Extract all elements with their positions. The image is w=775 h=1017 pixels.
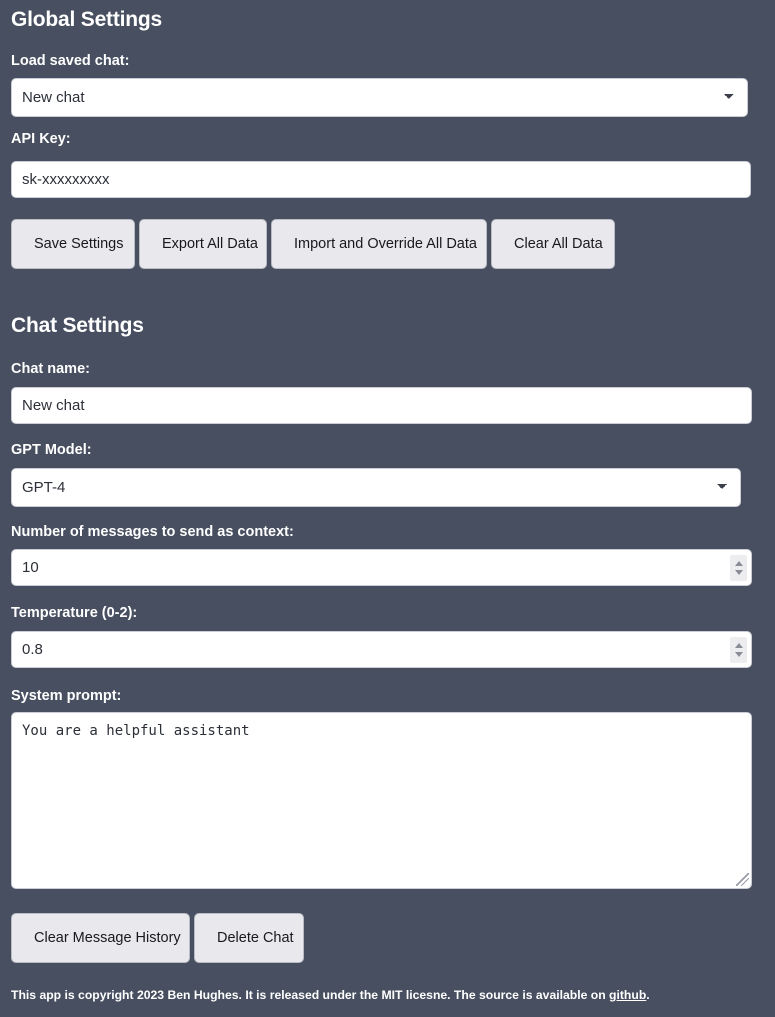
- load-saved-chat-select[interactable]: New chat: [11, 78, 748, 117]
- gpt-model-select[interactable]: GPT-4: [11, 468, 741, 507]
- context-messages-input[interactable]: [11, 549, 752, 586]
- gpt-model-label: GPT Model:: [11, 442, 92, 458]
- clear-all-data-button[interactable]: Clear All Data: [491, 219, 615, 269]
- footer-text-after-link: .: [646, 988, 650, 1002]
- import-and-override-all-data-button[interactable]: Import and Override All Data: [271, 219, 487, 269]
- load-saved-chat-label: Load saved chat:: [11, 53, 130, 69]
- footer-text-before-link: This app is copyright 2023 Ben Hughes. I…: [11, 988, 610, 1002]
- context-messages-stepper[interactable]: [730, 555, 747, 581]
- global-settings-heading: Global Settings: [11, 8, 163, 31]
- system-prompt-textarea[interactable]: [11, 712, 752, 889]
- chevron-down-icon[interactable]: [734, 652, 743, 657]
- chat-name-input[interactable]: [11, 387, 752, 424]
- temperature-label: Temperature (0-2):: [11, 605, 138, 621]
- temperature-input[interactable]: [11, 631, 752, 668]
- temperature-stepper[interactable]: [730, 637, 747, 663]
- chevron-down-icon[interactable]: [734, 570, 743, 575]
- context-messages-label: Number of messages to send as context:: [11, 524, 294, 540]
- chevron-up-icon[interactable]: [734, 643, 743, 648]
- delete-chat-button[interactable]: Delete Chat: [194, 913, 304, 963]
- system-prompt-label: System prompt:: [11, 688, 122, 704]
- save-settings-button[interactable]: Save Settings: [11, 219, 135, 269]
- system-prompt-wrapper: [11, 712, 752, 889]
- chat-settings-heading: Chat Settings: [11, 314, 144, 337]
- export-all-data-button[interactable]: Export All Data: [139, 219, 267, 269]
- github-link[interactable]: github: [609, 988, 646, 1002]
- chat-name-label: Chat name:: [11, 361, 90, 377]
- api-key-label: API Key:: [11, 131, 71, 147]
- settings-page: Global Settings Load saved chat: New cha…: [0, 0, 775, 1017]
- api-key-input[interactable]: [11, 161, 751, 198]
- clear-message-history-button[interactable]: Clear Message History: [11, 913, 190, 963]
- footer: This app is copyright 2023 Ben Hughes. I…: [11, 988, 650, 1002]
- chevron-up-icon[interactable]: [734, 561, 743, 566]
